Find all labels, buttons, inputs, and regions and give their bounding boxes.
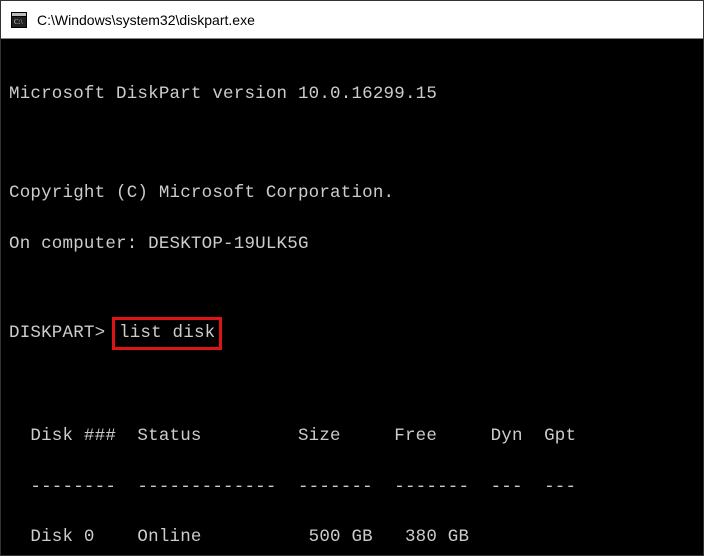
terminal-output[interactable]: Microsoft DiskPart version 10.0.16299.15… (1, 39, 703, 555)
prompt: DISKPART> (9, 323, 105, 343)
svg-text:C:\: C:\ (14, 18, 23, 26)
console-window: C:\ C:\Windows\system32\diskpart.exe Mic… (0, 0, 704, 556)
copyright-line: Copyright (C) Microsoft Corporation. (9, 181, 695, 206)
app-icon: C:\ (11, 12, 27, 28)
window-title: C:\Windows\system32\diskpart.exe (37, 12, 255, 28)
cmd-list-disk: list disk (112, 317, 222, 350)
version-line: Microsoft DiskPart version 10.0.16299.15 (9, 82, 695, 107)
title-bar[interactable]: C:\ C:\Windows\system32\diskpart.exe (1, 1, 703, 39)
computer-line: On computer: DESKTOP-19ULK5G (9, 232, 695, 257)
table-row: Disk 0 Online 500 GB 380 GB (9, 525, 695, 550)
prompt-line-1: DISKPART> list disk (9, 317, 695, 350)
table-divider: -------- ------------- ------- ------- -… (9, 475, 695, 500)
table-header: Disk ### Status Size Free Dyn Gpt (9, 424, 695, 449)
